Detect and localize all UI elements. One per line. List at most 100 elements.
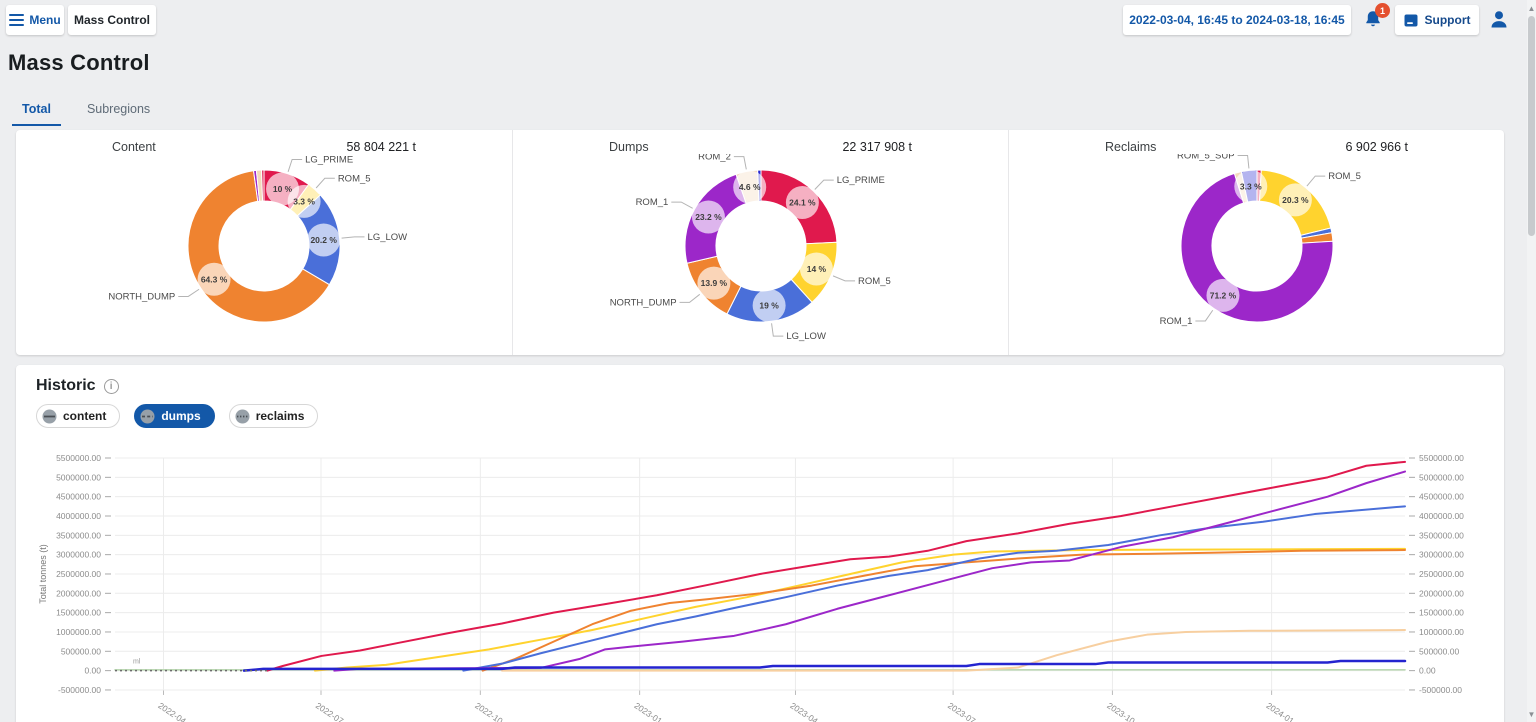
user-profile-button[interactable] bbox=[1486, 8, 1512, 34]
date-range-picker[interactable]: 2022-03-04, 16:45 to 2024-03-18, 16:45 bbox=[1123, 5, 1351, 35]
svg-text:LG_LOW: LG_LOW bbox=[786, 331, 826, 342]
svg-text:19 %: 19 % bbox=[759, 300, 779, 310]
page-title: Mass Control bbox=[8, 50, 150, 75]
svg-text:LG_LOW: LG_LOW bbox=[368, 232, 408, 243]
svg-text:4500000.00: 4500000.00 bbox=[1419, 492, 1464, 502]
support-label: Support bbox=[1424, 13, 1471, 27]
svg-text:ROM_5: ROM_5 bbox=[1328, 171, 1361, 182]
content-total-value: 58 804 221 t bbox=[346, 140, 416, 154]
content-line-style-icon bbox=[42, 409, 57, 423]
hamburger-icon bbox=[9, 12, 25, 28]
svg-text:ROM_2: ROM_2 bbox=[698, 154, 731, 163]
svg-text:2022-04-01 00:00: 2022-04-01 00:00 bbox=[156, 700, 217, 722]
app-breadcrumb-chip[interactable]: Mass Control bbox=[68, 5, 156, 35]
svg-text:2022-10-01 00:00: 2022-10-01 00:00 bbox=[473, 700, 534, 722]
svg-text:ROM_1: ROM_1 bbox=[636, 197, 669, 208]
reclaims-total-value: 6 902 966 t bbox=[1345, 140, 1408, 154]
date-range-label: 2022-03-04, 16:45 to 2024-03-18, 16:45 bbox=[1129, 13, 1345, 27]
content-donut-chart[interactable]: 10 % LG_PRIME 3.3 % ROM_5 20.2 % LG_LOW 64.3 %… bbox=[16, 154, 512, 345]
svg-text:ROM_5: ROM_5 bbox=[338, 173, 371, 184]
svg-text:Total tonnes (t): Total tonnes (t) bbox=[38, 544, 48, 604]
svg-text:1500000.00: 1500000.00 bbox=[56, 608, 101, 618]
svg-text:ROM_5: ROM_5 bbox=[858, 276, 891, 287]
svg-text:3500000.00: 3500000.00 bbox=[1419, 530, 1464, 540]
svg-text:2500000.00: 2500000.00 bbox=[1419, 569, 1464, 579]
support-button[interactable]: Support bbox=[1395, 5, 1479, 35]
svg-text:NORTH_DUMP: NORTH_DUMP bbox=[108, 291, 175, 302]
historic-title: Historic bbox=[36, 377, 96, 394]
svg-text:5000000.00: 5000000.00 bbox=[56, 472, 101, 482]
info-icon[interactable]: i bbox=[103, 378, 119, 394]
svg-text:24.1 %: 24.1 % bbox=[789, 198, 816, 208]
legend-pill-dumps[interactable]: dumps bbox=[134, 404, 215, 428]
svg-text:23.2 %: 23.2 % bbox=[695, 212, 722, 222]
svg-text:13.9 %: 13.9 % bbox=[701, 278, 728, 288]
content-label: Content bbox=[112, 140, 156, 154]
svg-text:1000000.00: 1000000.00 bbox=[1419, 627, 1464, 637]
svg-text:2023-07-01 00:00: 2023-07-01 00:00 bbox=[946, 700, 1007, 722]
dumps-line-style-icon bbox=[140, 409, 155, 423]
reclaims-panel: Reclaims 6 902 966 t 20.3 % ROM_5 71.2 % RO… bbox=[1008, 130, 1504, 355]
svg-text:ml: ml bbox=[133, 659, 141, 666]
menu-label: Menu bbox=[29, 13, 61, 27]
svg-text:5500000.00: 5500000.00 bbox=[1419, 453, 1464, 463]
window-scrollbar[interactable]: ▲ ▼ bbox=[1527, 0, 1536, 722]
svg-text:14 %: 14 % bbox=[807, 264, 827, 274]
svg-text:2023-01-01 00:00: 2023-01-01 00:00 bbox=[633, 700, 694, 722]
totals-card: Content 58 804 221 t 10 % LG_PRIME 3.3 % RO… bbox=[16, 130, 1504, 355]
reclaims-line-style-icon bbox=[235, 409, 250, 423]
support-icon bbox=[1404, 14, 1417, 26]
tab-total[interactable]: Total bbox=[12, 96, 61, 126]
svg-text:3.3 %: 3.3 % bbox=[293, 196, 315, 206]
scrollbar-thumb[interactable] bbox=[1528, 16, 1535, 236]
svg-text:2500000.00: 2500000.00 bbox=[56, 569, 101, 579]
svg-text:4000000.00: 4000000.00 bbox=[1419, 511, 1464, 521]
svg-text:500000.00: 500000.00 bbox=[1419, 646, 1459, 656]
svg-text:3000000.00: 3000000.00 bbox=[56, 550, 101, 560]
scrollbar-up-arrow[interactable]: ▲ bbox=[1527, 2, 1536, 14]
svg-text:3.3 %: 3.3 % bbox=[1240, 181, 1262, 191]
svg-text:LG_PRIME: LG_PRIME bbox=[305, 154, 353, 165]
svg-text:ROM_5_SUP: ROM_5_SUP bbox=[1177, 154, 1235, 161]
historic-line-chart[interactable]: 2022-04-01 00:00 2022-07-01 00:00 2022-10-… bbox=[16, 435, 1504, 722]
svg-text:64.3 %: 64.3 % bbox=[201, 274, 228, 284]
dumps-total-value: 22 317 908 t bbox=[842, 140, 912, 154]
svg-text:4.6 %: 4.6 % bbox=[739, 182, 761, 192]
svg-text:500000.00: 500000.00 bbox=[61, 646, 101, 656]
svg-text:4000000.00: 4000000.00 bbox=[56, 511, 101, 521]
svg-text:2000000.00: 2000000.00 bbox=[1419, 588, 1464, 598]
svg-text:2022-07-01 00:00: 2022-07-01 00:00 bbox=[314, 700, 375, 722]
reclaims-donut-chart[interactable]: 20.3 % ROM_5 71.2 % ROM_1 3.3 % ROM_5_SUP bbox=[1009, 154, 1505, 345]
historic-card: Historic i content dumps reclaims 2022-0… bbox=[16, 365, 1504, 722]
svg-text:-500000.00: -500000.00 bbox=[1419, 685, 1462, 695]
svg-text:10 %: 10 % bbox=[273, 184, 293, 194]
svg-text:2024-01-01 00:00: 2024-01-01 00:00 bbox=[1264, 700, 1325, 722]
notifications-button[interactable]: 1 bbox=[1360, 3, 1390, 34]
person-icon bbox=[1491, 11, 1507, 28]
dumps-donut-chart[interactable]: 24.1 % LG_PRIME 14 % ROM_5 19 % LG_LOW 13.9 % N… bbox=[513, 154, 1009, 345]
svg-text:0.00: 0.00 bbox=[1419, 666, 1436, 676]
svg-text:1500000.00: 1500000.00 bbox=[1419, 608, 1464, 618]
svg-text:71.2 %: 71.2 % bbox=[1210, 290, 1237, 300]
tab-subregions[interactable]: Subregions bbox=[77, 96, 160, 126]
svg-text:1000000.00: 1000000.00 bbox=[56, 627, 101, 637]
svg-text:2000000.00: 2000000.00 bbox=[56, 588, 101, 598]
svg-text:LG_PRIME: LG_PRIME bbox=[837, 175, 885, 186]
svg-text:ROM_1: ROM_1 bbox=[1160, 316, 1193, 327]
svg-text:3500000.00: 3500000.00 bbox=[56, 530, 101, 540]
menu-button[interactable]: Menu bbox=[6, 5, 64, 35]
svg-text:2023-04-01 00:00: 2023-04-01 00:00 bbox=[788, 700, 849, 722]
svg-text:4500000.00: 4500000.00 bbox=[56, 492, 101, 502]
dumps-panel: Dumps 22 317 908 t 24.1 % LG_PRIME 14 % ROM… bbox=[512, 130, 1008, 355]
reclaims-label: Reclaims bbox=[1105, 140, 1157, 154]
tab-bar: Total Subregions bbox=[12, 96, 160, 126]
legend-pill-content[interactable]: content bbox=[36, 404, 121, 428]
top-bar: Menu Mass Control 2022-03-04, 16:45 to 2… bbox=[0, 0, 1536, 40]
svg-text:NORTH_DUMP: NORTH_DUMP bbox=[610, 297, 677, 308]
svg-text:20.3 %: 20.3 % bbox=[1282, 195, 1309, 205]
svg-text:-500000.00: -500000.00 bbox=[58, 685, 101, 695]
svg-text:0.00: 0.00 bbox=[84, 666, 101, 676]
legend-pill-reclaims[interactable]: reclaims bbox=[228, 404, 319, 428]
svg-text:3000000.00: 3000000.00 bbox=[1419, 550, 1464, 560]
scrollbar-down-arrow[interactable]: ▼ bbox=[1527, 708, 1536, 720]
